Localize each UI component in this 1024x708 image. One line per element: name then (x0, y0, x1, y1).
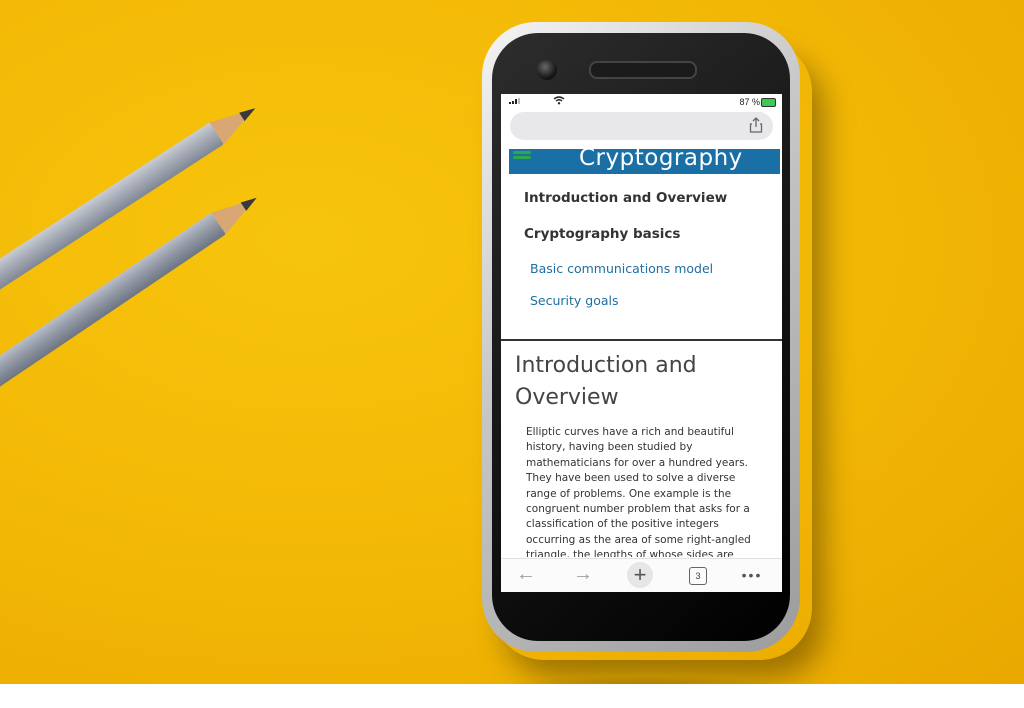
earpiece-speaker (589, 61, 697, 79)
status-bar: 87 % (501, 94, 782, 110)
forward-arrow-icon[interactable]: → (572, 563, 594, 587)
yellow-desk-background: 87 % Cryptography Introduction and Overv… (0, 0, 1024, 684)
share-icon[interactable] (748, 117, 764, 135)
site-header: Cryptography (509, 149, 780, 174)
toc-link-security-goals[interactable]: Security goals (530, 293, 619, 308)
hamburger-menu-icon[interactable] (513, 151, 531, 163)
toc-next-item-clipped (530, 330, 660, 336)
toc-item-introduction[interactable]: Introduction and Overview (524, 190, 727, 206)
new-tab-icon[interactable]: + (627, 562, 653, 588)
toc-link-basic-communications-model[interactable]: Basic communications model (530, 261, 713, 276)
battery-icon (761, 98, 776, 107)
back-arrow-icon[interactable]: ← (515, 563, 537, 587)
phone-screen: 87 % Cryptography Introduction and Overv… (501, 94, 782, 592)
toc-item-cryptography-basics[interactable]: Cryptography basics (524, 226, 680, 242)
bottom-white-strip (0, 684, 1024, 708)
table-of-contents: Introduction and Overview Cryptography b… (501, 174, 782, 339)
article-body: Elliptic curves have a rich and beautifu… (526, 426, 751, 557)
section-divider (501, 339, 782, 341)
article-title: Introduction and Overview (515, 353, 697, 410)
front-camera (537, 60, 557, 80)
wifi-icon (553, 96, 565, 108)
tab-switcher-button[interactable]: 3 (689, 567, 707, 585)
browser-toolbar: ← → + 3 ••• (501, 558, 782, 592)
signal-icon (509, 98, 520, 104)
battery-percentage: 87 % (739, 97, 760, 107)
address-bar[interactable] (510, 112, 773, 140)
site-title: Cryptography (579, 149, 743, 171)
more-options-icon[interactable]: ••• (739, 563, 765, 587)
